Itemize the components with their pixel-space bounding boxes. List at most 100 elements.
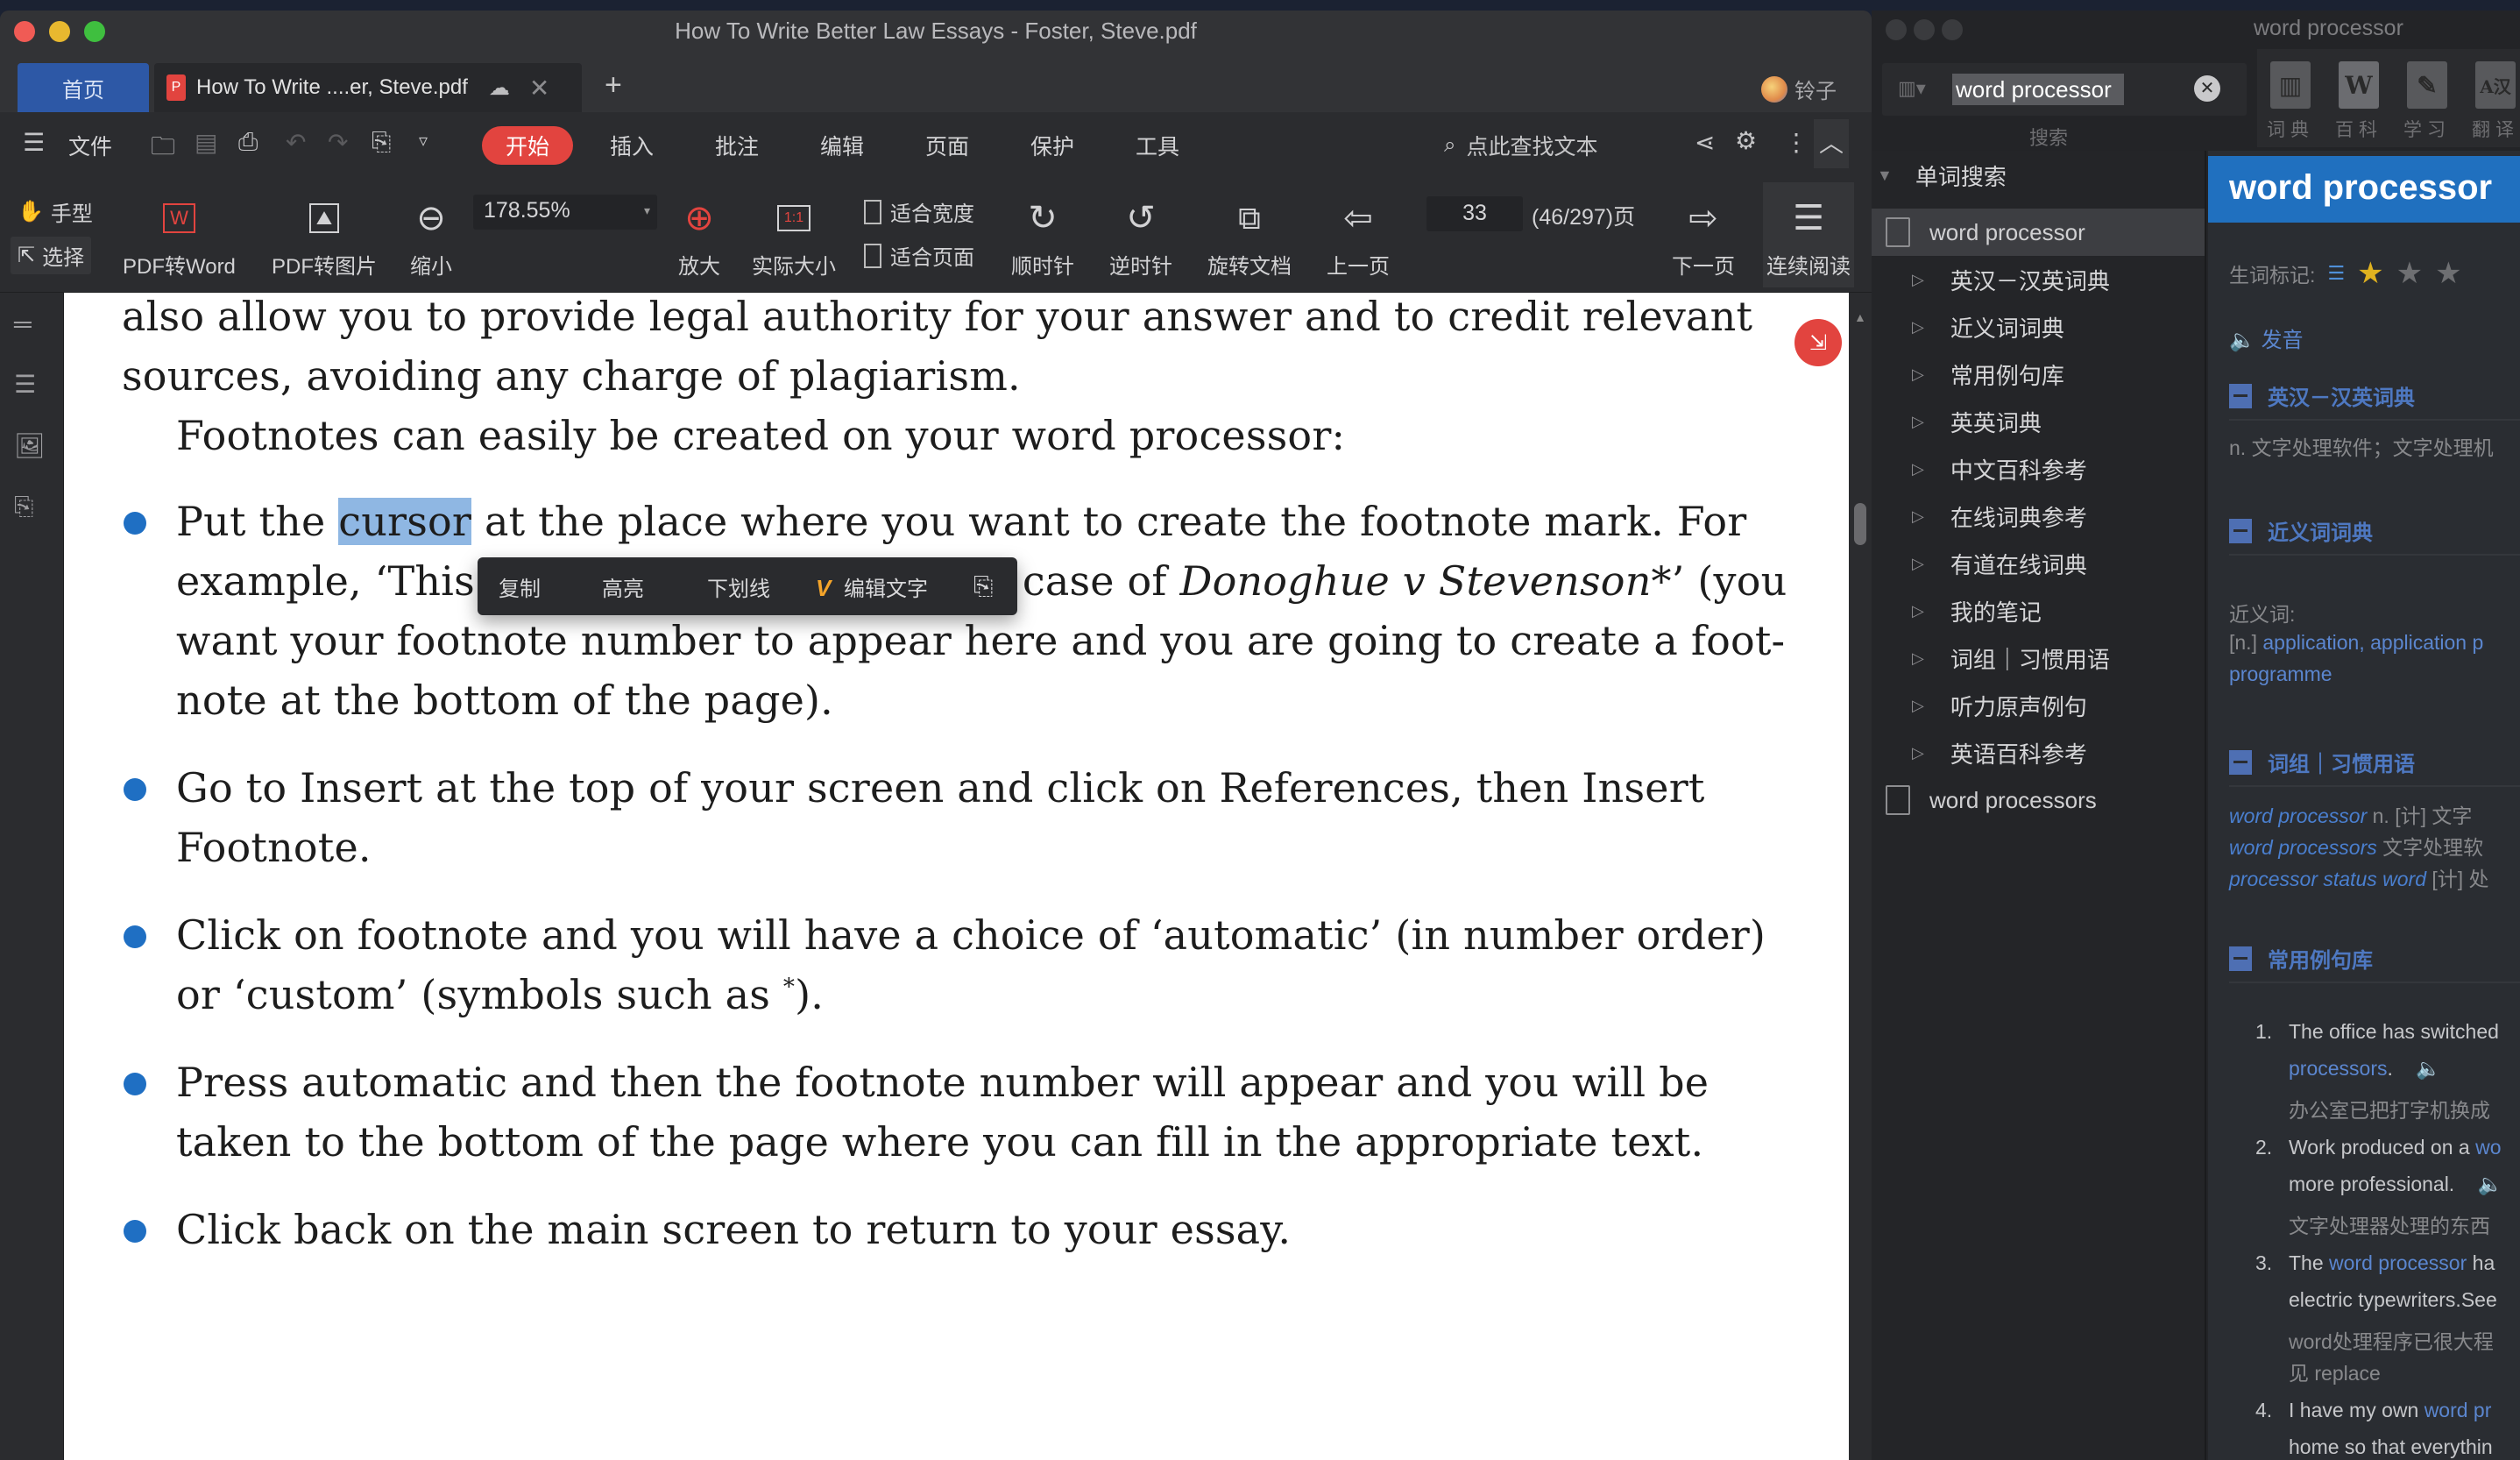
undo-icon[interactable]: ↶ xyxy=(286,128,306,157)
print-icon[interactable]: ⎙ xyxy=(238,128,258,157)
hamburger-menu-icon[interactable]: ☰ xyxy=(23,128,45,157)
phrase-link[interactable]: word processors xyxy=(2229,836,2377,859)
cloud-icon[interactable]: ☁ xyxy=(489,75,510,101)
previous-page-button[interactable]: ⇦ 上一页 xyxy=(1327,193,1390,280)
phrase-link[interactable]: processor status word xyxy=(2229,868,2426,890)
speaker-icon[interactable]: 🔈 xyxy=(2416,1057,2441,1080)
dictionary-search-input[interactable] xyxy=(1952,74,2124,105)
save-icon[interactable]: ▤ xyxy=(195,128,217,157)
example-link[interactable]: processors xyxy=(2289,1057,2387,1080)
menu-edit[interactable]: 编辑 xyxy=(820,130,864,161)
list-icon[interactable]: ☰ xyxy=(2327,262,2345,285)
tool-translate[interactable]: A汉 翻译 xyxy=(2469,61,2520,142)
menu-start[interactable]: 开始 xyxy=(482,126,573,165)
section-header-enzh[interactable]: 英汉－汉英词典 xyxy=(2229,380,2415,411)
export-word-icon[interactable]: ⎘ xyxy=(372,128,391,157)
selected-text[interactable]: cursor xyxy=(338,498,472,545)
zoom-in-button[interactable]: ⊕ 放大 xyxy=(678,193,720,280)
list-item-source[interactable]: ▷ 有道在线词典 xyxy=(1872,540,2205,587)
zoom-level-select[interactable]: 178.55% ▾ xyxy=(473,195,657,230)
pdf-to-image-button[interactable]: ⛰ PDF转图片 xyxy=(272,193,377,280)
fit-width-button[interactable]: 适合宽度 xyxy=(864,196,974,227)
tab-home[interactable]: 首页 xyxy=(18,63,149,112)
close-tab-icon[interactable]: ✕ xyxy=(529,74,549,103)
new-tab-button[interactable]: + xyxy=(605,68,622,103)
convert-floating-button[interactable]: ⇲ xyxy=(1794,319,1842,366)
list-item-source[interactable]: ▷ 英汉－汉英词典 xyxy=(1872,256,2205,303)
select-tool-button[interactable]: ⇱ 选择 xyxy=(11,237,92,274)
menu-tools[interactable]: 工具 xyxy=(1136,130,1179,161)
list-header[interactable]: ▼ 单词搜索 xyxy=(1877,159,2007,192)
outline-icon[interactable]: ☰ xyxy=(14,370,36,399)
speaker-icon[interactable]: 🔈 xyxy=(2478,1173,2503,1195)
synonym-link[interactable]: programme xyxy=(2229,663,2332,686)
section-header-synonyms[interactable]: 近义词词典 xyxy=(2229,515,2373,546)
copy-button[interactable]: 复制 xyxy=(499,571,541,602)
list-item-source[interactable]: ▷ 英英词典 xyxy=(1872,398,2205,445)
pdf-to-word-button[interactable]: W PDF转Word xyxy=(123,193,236,280)
example-link[interactable]: wo xyxy=(2475,1136,2501,1159)
section-header-examples[interactable]: 常用例句库 xyxy=(2229,943,2373,974)
synonym-link[interactable]: application, application p xyxy=(2262,631,2483,654)
list-item-entry[interactable]: word processors xyxy=(1872,776,2205,824)
tool-dictionary[interactable]: ▥ 词典 xyxy=(2264,61,2317,142)
list-item-source[interactable]: ▷ 中文百科参考 xyxy=(1872,445,2205,493)
list-item-source[interactable]: ▷ 常用例句库 xyxy=(1872,351,2205,398)
next-page-button[interactable]: ⇨ 下一页 xyxy=(1672,193,1735,280)
star-icon-empty[interactable]: ★ xyxy=(2435,256,2461,291)
highlight-button[interactable]: 高亮 xyxy=(602,571,644,602)
menu-insert[interactable]: 插入 xyxy=(610,130,654,161)
phrase-link[interactable]: word processor xyxy=(2229,804,2367,827)
list-item-source[interactable]: ▷ 我的笔记 xyxy=(1872,587,2205,634)
list-item-source[interactable]: ▷ 词组｜习惯用语 xyxy=(1872,634,2205,682)
menu-protect[interactable]: 保护 xyxy=(1030,130,1074,161)
rotate-counterclockwise-button[interactable]: ↺ 逆时针 xyxy=(1109,193,1172,280)
thumbnails-icon[interactable]: ═ xyxy=(14,310,32,338)
zoom-out-button[interactable]: ⊖ 缩小 xyxy=(410,193,452,280)
to-word-icon[interactable]: ⎘ xyxy=(973,572,993,601)
pdf-page[interactable]: also allow you to provide legal authorit… xyxy=(64,293,1849,1460)
share-icon[interactable]: ⋖ xyxy=(1695,128,1715,157)
list-item-source[interactable]: ▷ 英语百科参考 xyxy=(1872,729,2205,776)
hand-tool-button[interactable]: ✋ 手型 xyxy=(11,193,100,230)
clear-search-icon[interactable]: ✕ xyxy=(2194,75,2220,102)
example-link[interactable]: word pr xyxy=(2424,1399,2492,1421)
actual-size-button[interactable]: 1:1 实际大小 xyxy=(752,193,836,280)
list-item-source[interactable]: ▷ 在线词典参考 xyxy=(1872,493,2205,540)
more-options-icon[interactable]: ⋮ xyxy=(1784,128,1809,157)
close-window-button[interactable] xyxy=(1886,19,1907,40)
vertical-scrollbar[interactable]: ▲ xyxy=(1849,293,1872,1460)
star-icon-filled[interactable]: ★ xyxy=(2357,256,2383,291)
pronounce-link[interactable]: 🔈 发音 xyxy=(2229,322,2304,353)
page-number-input[interactable]: 33 xyxy=(1426,196,1523,231)
find-text-search[interactable]: ⌕ 点此查找文本 xyxy=(1444,130,1597,161)
fit-page-button[interactable]: 适合页面 xyxy=(864,240,974,271)
edit-text-button[interactable]: V 编辑文字 xyxy=(816,571,928,602)
tool-encyclopedia[interactable]: W 百科 xyxy=(2332,61,2385,142)
redo-icon[interactable]: ↷ xyxy=(328,128,348,157)
list-item-entry[interactable]: word processor xyxy=(1872,209,2205,256)
rotate-document-button[interactable]: ⧉ 旋转文档 xyxy=(1207,193,1292,280)
export-word-icon[interactable]: ⎘ xyxy=(14,493,33,521)
quick-access-dropdown-icon[interactable]: ▿ xyxy=(419,130,428,152)
continuous-reading-button[interactable]: ☰ 连续阅读 xyxy=(1763,182,1854,287)
user-account[interactable]: 铃子 xyxy=(1761,74,1837,104)
collapse-ribbon-icon[interactable]: ︿ xyxy=(1814,119,1849,168)
scrollbar-thumb[interactable] xyxy=(1854,503,1866,545)
tab-document[interactable]: P How To Write ....er, Steve.pdf ☁ ✕ xyxy=(154,63,582,112)
gear-icon[interactable]: ⚙ xyxy=(1735,126,1757,155)
maximize-window-button[interactable] xyxy=(1942,19,1963,40)
image-icon[interactable]: 🖼 xyxy=(14,431,46,460)
minimize-window-button[interactable] xyxy=(1914,19,1935,40)
scroll-up-icon[interactable]: ▲ xyxy=(1854,310,1866,324)
list-item-source[interactable]: ▷ 听力原声例句 xyxy=(1872,682,2205,729)
menu-file[interactable]: 文件 xyxy=(68,130,112,161)
menu-page[interactable]: 页面 xyxy=(925,130,969,161)
open-folder-icon[interactable]: 🗀 xyxy=(151,128,175,170)
example-link[interactable]: word processor xyxy=(2329,1251,2467,1274)
list-item-source[interactable]: ▷ 近义词词典 xyxy=(1872,303,2205,351)
menu-comment[interactable]: 批注 xyxy=(715,130,759,161)
star-icon-empty[interactable]: ★ xyxy=(2396,256,2423,291)
search-mode-dropdown-icon[interactable]: ▥▾ xyxy=(1898,77,1926,100)
tool-study[interactable]: ✎ 学习 xyxy=(2401,61,2453,142)
